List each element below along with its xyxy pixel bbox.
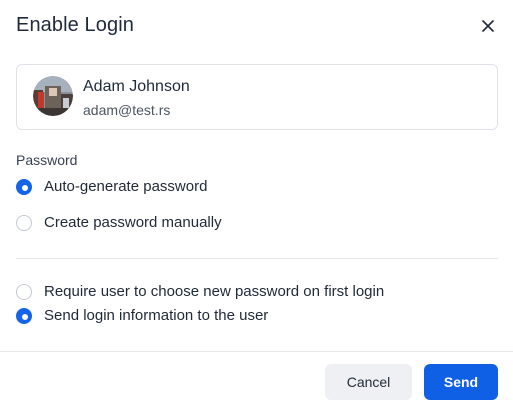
password-section-label: Password <box>16 152 78 168</box>
radio-send-login-info[interactable] <box>16 307 32 324</box>
auto-generate-password-option[interactable]: Auto-generate password <box>16 178 207 195</box>
avatar <box>33 76 73 116</box>
auto-generate-password-label: Auto-generate password <box>44 178 208 195</box>
section-divider <box>16 258 498 259</box>
send-login-info-option[interactable]: Send login information to the user <box>16 307 268 324</box>
send-login-info-label: Send login information to the user <box>44 307 269 324</box>
enable-login-dialog: Enable Login Adam Johnson adam@test.rs P… <box>0 0 513 407</box>
user-email: adam@test.rs <box>83 102 171 118</box>
radio-auto-generate[interactable] <box>16 178 32 195</box>
manual-password-option[interactable]: Create password manually <box>16 214 222 231</box>
require-new-password-label: Require user to choose new password on f… <box>44 283 385 300</box>
cancel-button[interactable]: Cancel <box>325 364 412 400</box>
close-icon <box>482 20 494 32</box>
send-button[interactable]: Send <box>424 364 498 400</box>
require-new-password-option[interactable]: Require user to choose new password on f… <box>16 283 384 300</box>
footer-divider <box>0 351 513 352</box>
manual-password-label: Create password manually <box>44 214 222 231</box>
dialog-title: Enable Login <box>16 14 134 36</box>
user-name: Adam Johnson <box>83 78 190 95</box>
radio-require-new-password[interactable] <box>16 283 32 300</box>
user-card: Adam Johnson adam@test.rs <box>16 64 498 130</box>
radio-manual-password[interactable] <box>16 214 32 231</box>
close-button[interactable] <box>476 14 500 38</box>
